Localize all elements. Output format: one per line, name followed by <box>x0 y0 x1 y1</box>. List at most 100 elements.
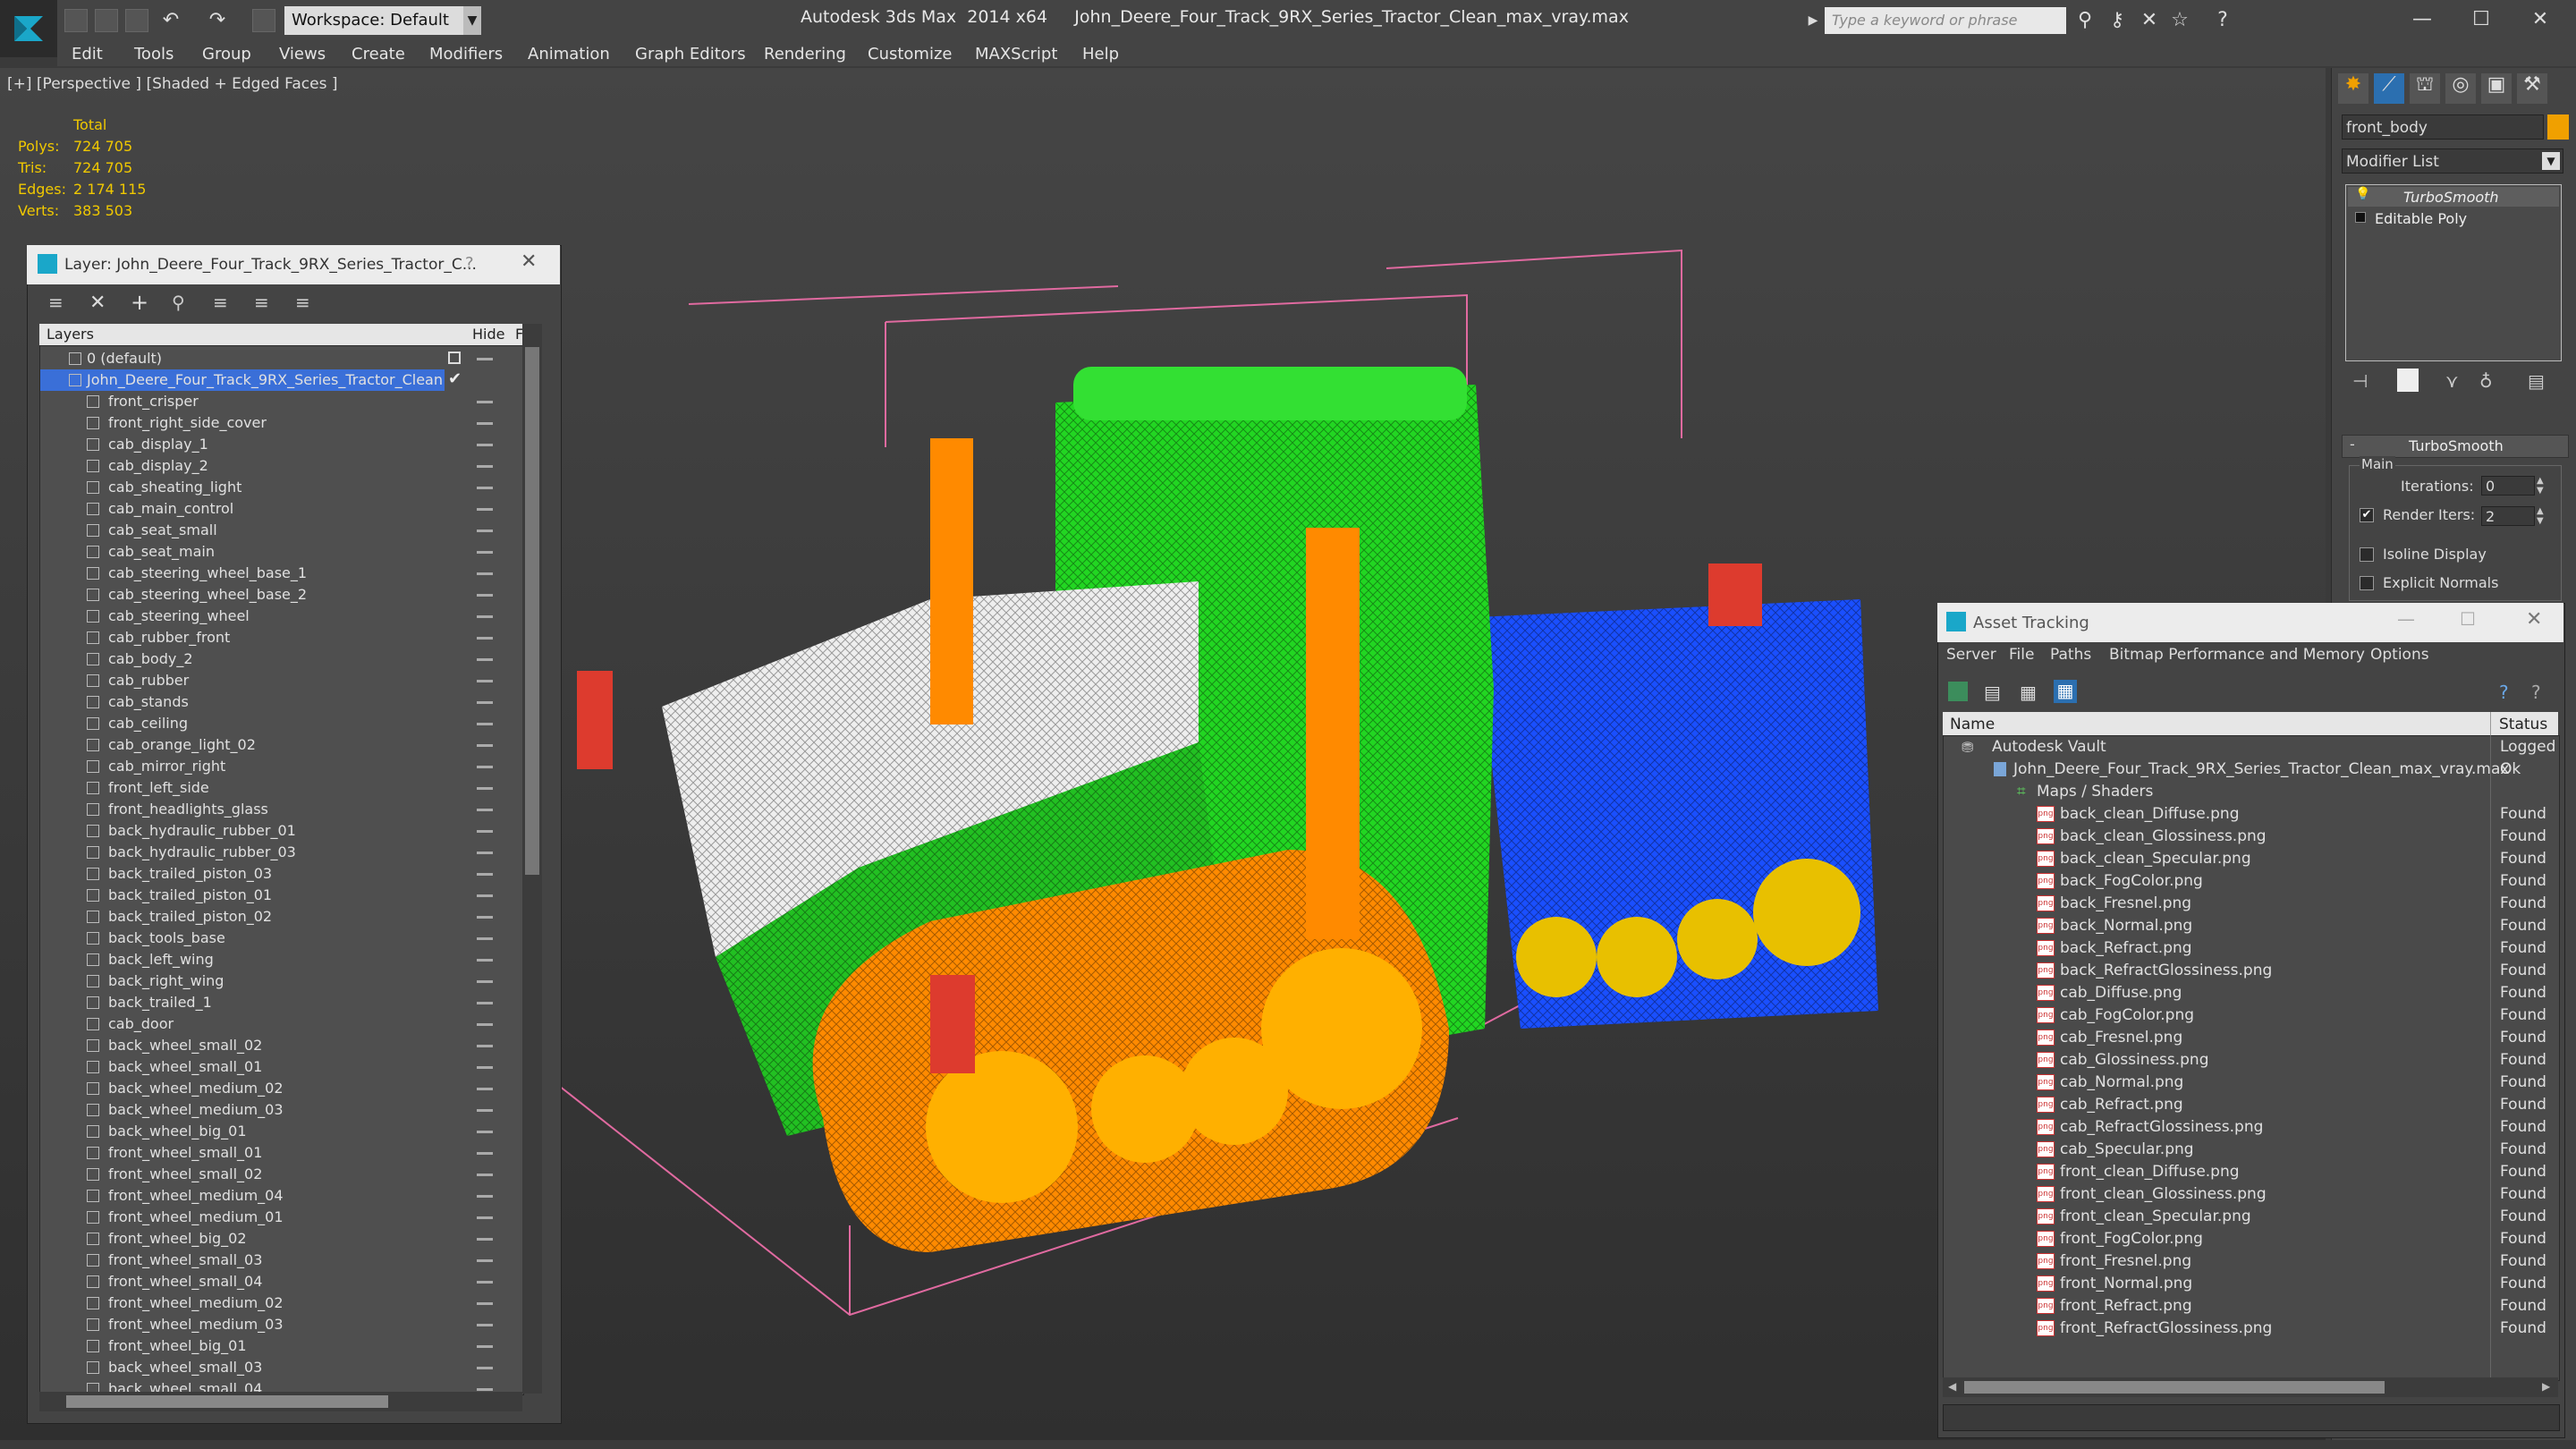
search-expand-icon[interactable]: ▶ <box>1801 9 1825 32</box>
hide-toggle[interactable] <box>477 1345 493 1348</box>
layer-object-row[interactable]: cab_door <box>40 1013 523 1035</box>
hide-toggle[interactable] <box>477 1388 493 1391</box>
rollout-header[interactable]: - TurboSmooth <box>2342 435 2569 458</box>
scrollbar-thumb[interactable] <box>1964 1381 2385 1394</box>
menu-graph-editors[interactable]: Graph Editors <box>635 43 746 66</box>
layer-object-row[interactable]: front_wheel_medium_04 <box>40 1185 523 1207</box>
layer-object-row[interactable]: front_wheel_big_01 <box>40 1335 523 1357</box>
asset-menu-paths[interactable]: Paths <box>2050 646 2091 664</box>
column-divider[interactable] <box>2490 712 2491 735</box>
menu-modifiers[interactable]: Modifiers <box>429 43 503 66</box>
layer-object-row[interactable]: cab_body_2 <box>40 648 523 670</box>
layer-object-row[interactable]: cab_mirror_right <box>40 756 523 777</box>
asset-row-maps-group[interactable]: ⌗ Maps / Shaders <box>1944 781 2559 803</box>
hierarchy-tab-icon[interactable]: ⛫ <box>2410 73 2440 104</box>
asset-map-row[interactable]: png cab_Glossiness.png Found <box>1944 1049 2559 1072</box>
chevron-down-icon[interactable]: ▼ <box>2542 152 2560 170</box>
display-tab-icon[interactable]: ▣ <box>2481 73 2512 104</box>
collapse-icon[interactable]: - <box>2350 436 2355 453</box>
hide-toggle[interactable] <box>477 766 493 768</box>
undo-icon[interactable]: ↶ <box>159 9 182 32</box>
lightbulb-icon[interactable]: 💡 <box>2355 187 2370 201</box>
object-color-swatch[interactable] <box>2547 114 2569 140</box>
hide-toggle[interactable] <box>477 1131 493 1133</box>
maximize-icon[interactable]: ☐ <box>2460 608 2476 630</box>
remove-modifier-icon[interactable]: ♁ <box>2479 370 2493 392</box>
layer-object-row[interactable]: back_wheel_small_03 <box>40 1357 523 1378</box>
scrollbar-thumb[interactable] <box>66 1395 388 1408</box>
layer-object-row[interactable]: cab_rubber <box>40 670 523 691</box>
hide-toggle[interactable] <box>477 980 493 983</box>
redo-icon[interactable]: ↷ <box>206 9 229 32</box>
layer-object-row[interactable]: cab_display_2 <box>40 455 523 477</box>
menu-tools[interactable]: Tools <box>134 43 174 66</box>
list-view-icon[interactable]: ▤ <box>1984 682 2004 703</box>
asset-map-row[interactable]: png back_Refract.png Found <box>1944 937 2559 960</box>
layer-object-row[interactable]: front_crisper <box>40 391 523 412</box>
menu-views[interactable]: Views <box>279 43 326 66</box>
hide-toggle[interactable] <box>477 594 493 597</box>
layer-object-row[interactable]: front_headlights_glass <box>40 799 523 820</box>
scrollbar-thumb[interactable] <box>525 347 539 875</box>
asset-map-row[interactable]: png cab_Fresnel.png Found <box>1944 1027 2559 1049</box>
close-icon[interactable]: ✕ <box>521 250 537 273</box>
layer-object-row[interactable]: cab_sheating_light <box>40 477 523 498</box>
asset-map-row[interactable]: png front_Fresnel.png Found <box>1944 1250 2559 1273</box>
refresh-icon[interactable] <box>1948 682 1968 701</box>
hide-toggle[interactable] <box>477 1216 493 1219</box>
layer-object-row[interactable]: back_hydraulic_rubber_01 <box>40 820 523 842</box>
layer-object-row[interactable]: front_wheel_small_01 <box>40 1142 523 1164</box>
hide-toggle[interactable] <box>477 744 493 747</box>
asset-map-row[interactable]: png front_FogColor.png Found <box>1944 1228 2559 1250</box>
layer-object-row[interactable]: back_trailed_piston_03 <box>40 863 523 885</box>
iterations-spinner[interactable]: 0 <box>2481 476 2535 496</box>
asset-map-row[interactable]: png cab_FogColor.png Found <box>1944 1004 2559 1027</box>
hide-toggle[interactable] <box>477 1109 493 1112</box>
star-icon[interactable]: ☆ <box>2168 9 2191 32</box>
utilities-tab-icon[interactable]: ⚒ <box>2517 73 2547 104</box>
modifier-stack[interactable]: 💡 TurboSmooth Editable Poly <box>2345 184 2562 361</box>
asset-map-row[interactable]: png front_clean_Glossiness.png Found <box>1944 1183 2559 1206</box>
asset-map-row[interactable]: png cab_Diffuse.png Found <box>1944 982 2559 1004</box>
layer-object-row[interactable]: front_wheel_medium_02 <box>40 1292 523 1314</box>
asset-map-row[interactable]: png back_Fresnel.png Found <box>1944 893 2559 915</box>
hide-toggle[interactable] <box>477 852 493 854</box>
hide-toggle[interactable] <box>477 873 493 876</box>
table-view-icon[interactable]: ▦ <box>2020 682 2039 703</box>
motion-tab-icon[interactable]: ◎ <box>2445 73 2476 104</box>
save-file-icon[interactable] <box>125 9 148 32</box>
layer-object-row[interactable]: back_wheel_big_01 <box>40 1121 523 1142</box>
path-field[interactable] <box>1943 1404 2560 1431</box>
delete-layer-icon[interactable]: ✕ <box>89 292 113 315</box>
layer-row-default[interactable]: 0 (default) <box>40 348 523 369</box>
hide-toggle[interactable] <box>477 551 493 554</box>
hide-toggle[interactable] <box>477 1045 493 1047</box>
scroll-left-icon[interactable]: ◀ <box>1948 1380 1956 1393</box>
help-icon[interactable]: ? <box>2211 9 2234 32</box>
modifier-list-dropdown[interactable]: Modifier List <box>2342 148 2563 174</box>
hide-toggle[interactable] <box>477 487 493 489</box>
exchange-icon[interactable]: ✕ <box>2138 9 2161 32</box>
hide-toggle[interactable] <box>477 508 493 511</box>
asset-map-row[interactable]: png back_clean_Diffuse.png Found <box>1944 803 2559 826</box>
horizontal-scrollbar[interactable] <box>39 1392 522 1411</box>
hide-toggle[interactable] <box>477 1324 493 1326</box>
col-status[interactable]: Status <box>2499 716 2547 733</box>
hide-toggle[interactable] <box>477 615 493 618</box>
hide-toggle[interactable] <box>477 422 493 425</box>
layer-object-row[interactable]: cab_stands <box>40 691 523 713</box>
menu-customize[interactable]: Customize <box>868 43 952 66</box>
hide-all-icon[interactable]: ≡ <box>254 292 277 315</box>
maximize-icon[interactable]: ☐ <box>2454 4 2508 36</box>
hide-toggle[interactable] <box>477 894 493 897</box>
asset-list[interactable]: ⛃ Autodesk Vault Logged O John_Deere_Fou… <box>1943 735 2560 1381</box>
minimize-icon[interactable]: — <box>2397 608 2415 630</box>
layer-object-row[interactable]: cab_main_control <box>40 498 523 520</box>
col-hide[interactable]: Hide <box>472 326 504 343</box>
hide-toggle[interactable] <box>477 809 493 811</box>
current-layer-checkbox[interactable] <box>448 352 461 364</box>
close-icon[interactable]: ✕ <box>2526 608 2542 631</box>
hide-toggle[interactable] <box>477 680 493 682</box>
binoculars-icon[interactable]: ⚲ <box>2073 9 2097 32</box>
project-folder-icon[interactable] <box>252 9 275 32</box>
